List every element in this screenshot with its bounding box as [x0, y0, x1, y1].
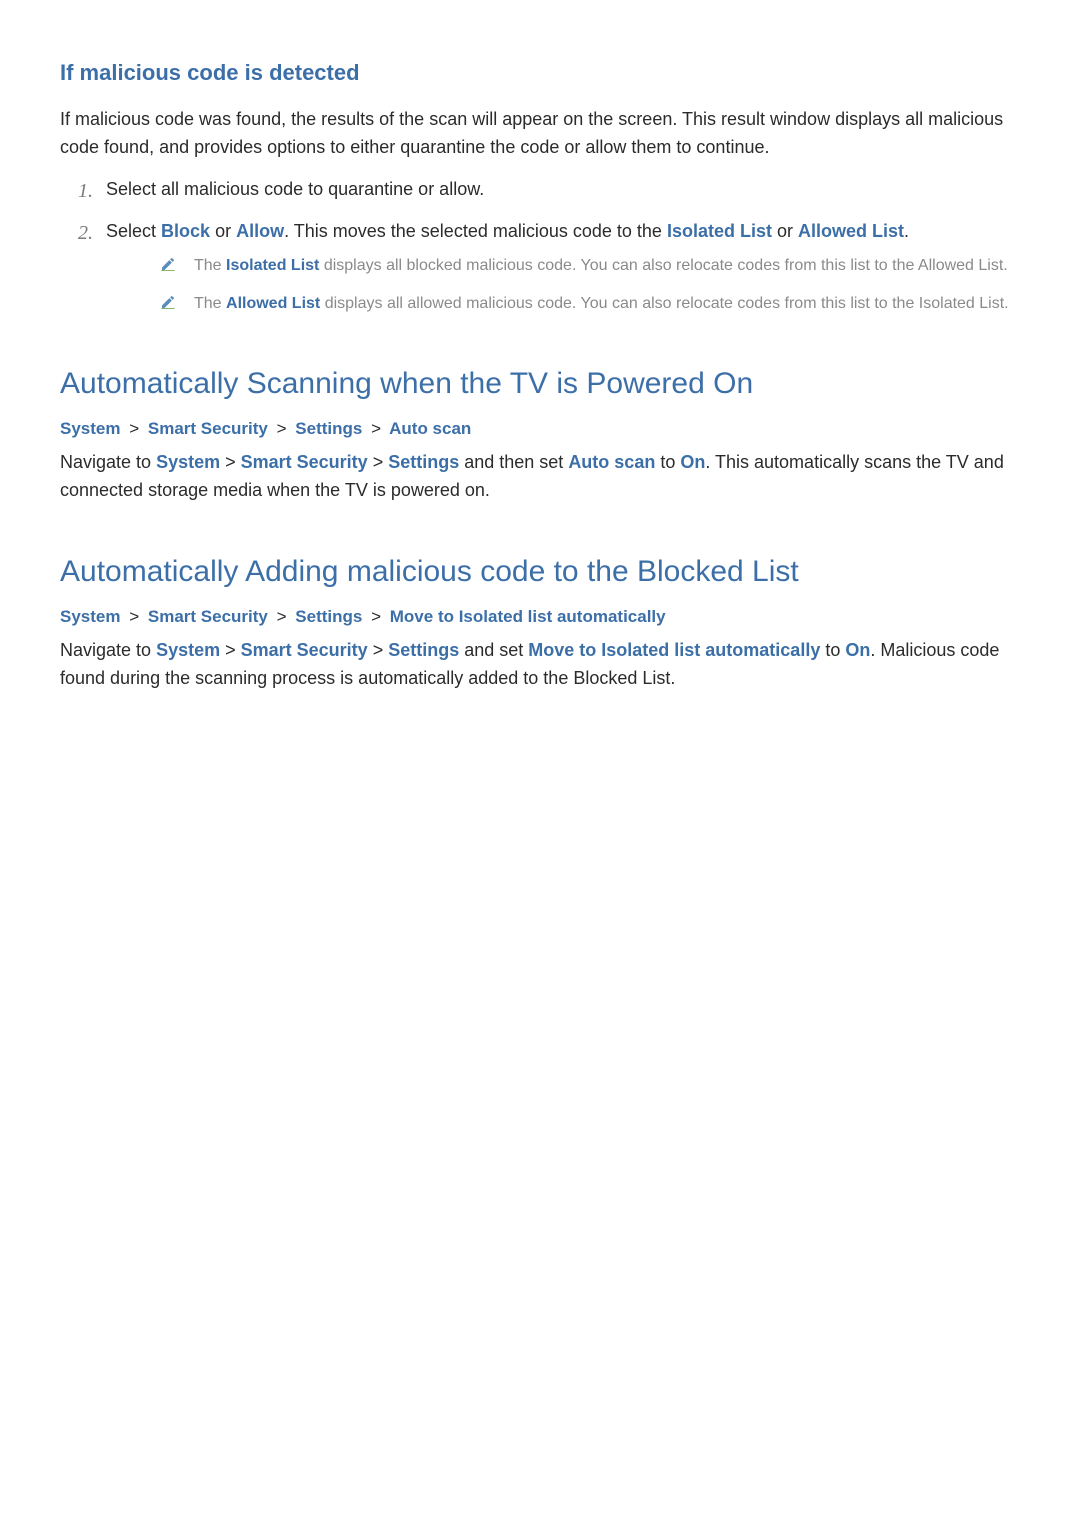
- term-settings: Settings: [388, 640, 459, 660]
- breadcrumb-item: System: [60, 419, 120, 438]
- term-system: System: [156, 640, 220, 660]
- breadcrumb-separator: >: [277, 419, 287, 438]
- note-item: The Allowed List displays all allowed ma…: [160, 292, 1020, 317]
- term-system: System: [156, 452, 220, 472]
- breadcrumb-item: Smart Security: [148, 607, 268, 626]
- term-isolated-list: Isolated List: [226, 257, 319, 274]
- breadcrumb-item: Settings: [295, 607, 362, 626]
- text-fragment: displays all blocked malicious code. You…: [319, 257, 1007, 274]
- text-fragment: >: [368, 452, 389, 472]
- step-item-1: 1. Select all malicious code to quaranti…: [78, 176, 1020, 204]
- breadcrumb-item: Settings: [295, 419, 362, 438]
- note-text: The Allowed List displays all allowed ma…: [194, 292, 1020, 317]
- text-fragment: or: [210, 221, 236, 241]
- text-fragment: The: [194, 257, 226, 274]
- pencil-icon: [160, 256, 176, 272]
- breadcrumb-separator: >: [371, 419, 381, 438]
- breadcrumb-item: Auto scan: [389, 419, 471, 438]
- section-intro-text: If malicious code was found, the results…: [60, 106, 1020, 162]
- breadcrumb-separator: >: [371, 607, 381, 626]
- breadcrumb-separator: >: [277, 607, 287, 626]
- text-fragment: >: [368, 640, 389, 660]
- breadcrumb-separator: >: [129, 419, 139, 438]
- section-title-auto-scan: Automatically Scanning when the TV is Po…: [60, 367, 1020, 401]
- text-fragment: to: [655, 452, 680, 472]
- breadcrumb: System > Smart Security > Settings > Aut…: [60, 419, 1020, 439]
- text-fragment: .: [904, 221, 909, 241]
- text-fragment: Navigate to: [60, 640, 156, 660]
- step-item-2: 2. Select Block or Allow. This moves the…: [78, 218, 1020, 317]
- steps-list: 1. Select all malicious code to quaranti…: [60, 176, 1020, 317]
- text-fragment: The: [194, 295, 226, 312]
- text-fragment: >: [220, 640, 241, 660]
- text-fragment: displays all allowed malicious code. You…: [320, 295, 1008, 312]
- term-block: Block: [161, 221, 210, 241]
- section-title-auto-block: Automatically Adding malicious code to t…: [60, 555, 1020, 589]
- section-body-text: Navigate to System > Smart Security > Se…: [60, 637, 1020, 693]
- step-number: 1.: [78, 176, 93, 207]
- breadcrumb: System > Smart Security > Settings > Mov…: [60, 607, 1020, 627]
- term-auto-scan: Auto scan: [568, 452, 655, 472]
- text-fragment: . This moves the selected malicious code…: [284, 221, 667, 241]
- term-allow: Allow: [236, 221, 284, 241]
- term-isolated-list: Isolated List: [667, 221, 772, 241]
- text-fragment: >: [220, 452, 241, 472]
- step-number: 2.: [78, 218, 93, 249]
- note-text: The Isolated List displays all blocked m…: [194, 254, 1020, 279]
- term-smart-security: Smart Security: [241, 452, 368, 472]
- term-allowed-list: Allowed List: [798, 221, 904, 241]
- term-smart-security: Smart Security: [241, 640, 368, 660]
- text-fragment: Select: [106, 221, 161, 241]
- step-text: Select all malicious code to quarantine …: [106, 179, 484, 199]
- breadcrumb-item: Smart Security: [148, 419, 268, 438]
- section-body-text: Navigate to System > Smart Security > Se…: [60, 449, 1020, 505]
- text-fragment: and set: [459, 640, 528, 660]
- term-allowed-list: Allowed List: [226, 295, 320, 312]
- breadcrumb-item: Move to Isolated list automatically: [390, 607, 666, 626]
- breadcrumb-separator: >: [129, 607, 139, 626]
- section-heading-detected: If malicious code is detected: [60, 60, 1020, 86]
- breadcrumb-item: System: [60, 607, 120, 626]
- document-page: If malicious code is detected If malicio…: [0, 0, 1080, 767]
- step-text: Select Block or Allow. This moves the se…: [106, 221, 909, 241]
- term-move-isolated: Move to Isolated list automatically: [528, 640, 820, 660]
- text-fragment: and then set: [459, 452, 568, 472]
- term-on: On: [845, 640, 870, 660]
- note-item: The Isolated List displays all blocked m…: [160, 254, 1020, 279]
- term-on: On: [680, 452, 705, 472]
- pencil-icon: [160, 294, 176, 310]
- notes-block: The Isolated List displays all blocked m…: [160, 254, 1020, 318]
- text-fragment: Navigate to: [60, 452, 156, 472]
- text-fragment: or: [772, 221, 798, 241]
- text-fragment: to: [820, 640, 845, 660]
- term-settings: Settings: [388, 452, 459, 472]
